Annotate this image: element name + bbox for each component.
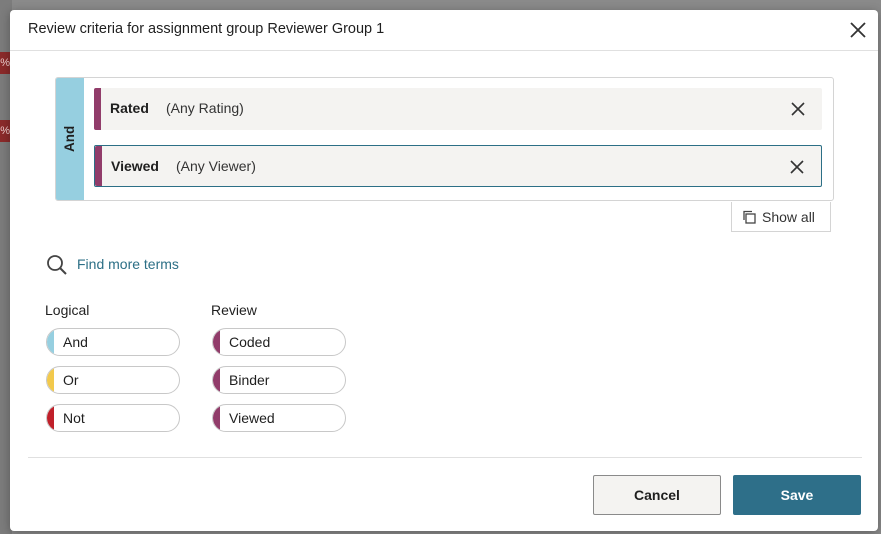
close-button[interactable] xyxy=(848,20,868,40)
term-accent xyxy=(94,88,101,130)
chip-label: Viewed xyxy=(229,410,275,426)
term-detail: (Any Viewer) xyxy=(176,158,256,174)
review-group-title: Review xyxy=(211,302,257,318)
show-all-button[interactable]: Show all xyxy=(731,202,831,232)
close-icon xyxy=(850,22,866,38)
find-more-terms-label: Find more terms xyxy=(77,256,179,272)
dialog-title: Review criteria for assignment group Rev… xyxy=(28,21,385,37)
chip-accent xyxy=(47,367,54,393)
chip-not[interactable]: Not xyxy=(46,404,180,432)
chip-binder[interactable]: Binder xyxy=(212,366,346,394)
term-name: Viewed xyxy=(111,158,159,174)
chip-label: Binder xyxy=(229,372,270,388)
chip-label: Not xyxy=(63,410,85,426)
chip-coded[interactable]: Coded xyxy=(212,328,346,356)
chip-label: And xyxy=(63,334,88,350)
remove-term-button[interactable] xyxy=(790,101,806,117)
remove-term-button[interactable] xyxy=(789,159,805,175)
dialog-header: Review criteria for assignment group Rev… xyxy=(10,10,878,51)
chip-accent xyxy=(47,329,54,355)
show-all-label: Show all xyxy=(762,209,815,225)
copy-icon xyxy=(743,210,756,224)
chip-accent xyxy=(213,329,220,355)
background-badge: % xyxy=(0,52,10,74)
term-name: Rated xyxy=(110,100,149,116)
and-operator-label: And xyxy=(62,125,77,152)
chip-label: Or xyxy=(63,372,79,388)
cancel-button[interactable]: Cancel xyxy=(593,475,721,515)
chip-or[interactable]: Or xyxy=(46,366,180,394)
criteria-term-rated[interactable]: Rated (Any Rating) xyxy=(94,88,822,130)
chip-accent xyxy=(47,405,54,431)
chip-and[interactable]: And xyxy=(46,328,180,356)
search-icon xyxy=(47,255,67,275)
chip-accent xyxy=(213,405,220,431)
term-detail: (Any Rating) xyxy=(166,100,244,116)
save-button[interactable]: Save xyxy=(733,475,861,515)
footer-divider xyxy=(28,457,862,458)
criteria-term-viewed[interactable]: Viewed (Any Viewer) xyxy=(94,145,822,187)
close-icon xyxy=(791,102,805,116)
term-accent xyxy=(95,146,102,186)
chip-label: Coded xyxy=(229,334,271,350)
criteria-builder: And Rated (Any Rating) Viewed (Any Viewe… xyxy=(55,77,834,201)
review-criteria-dialog: Review criteria for assignment group Rev… xyxy=(10,10,878,531)
chip-accent xyxy=(213,367,220,393)
logical-group-title: Logical xyxy=(45,302,90,318)
chip-viewed[interactable]: Viewed xyxy=(212,404,346,432)
and-operator-bar[interactable]: And xyxy=(56,78,84,200)
background-badge: % xyxy=(0,120,10,142)
close-icon xyxy=(790,160,804,174)
